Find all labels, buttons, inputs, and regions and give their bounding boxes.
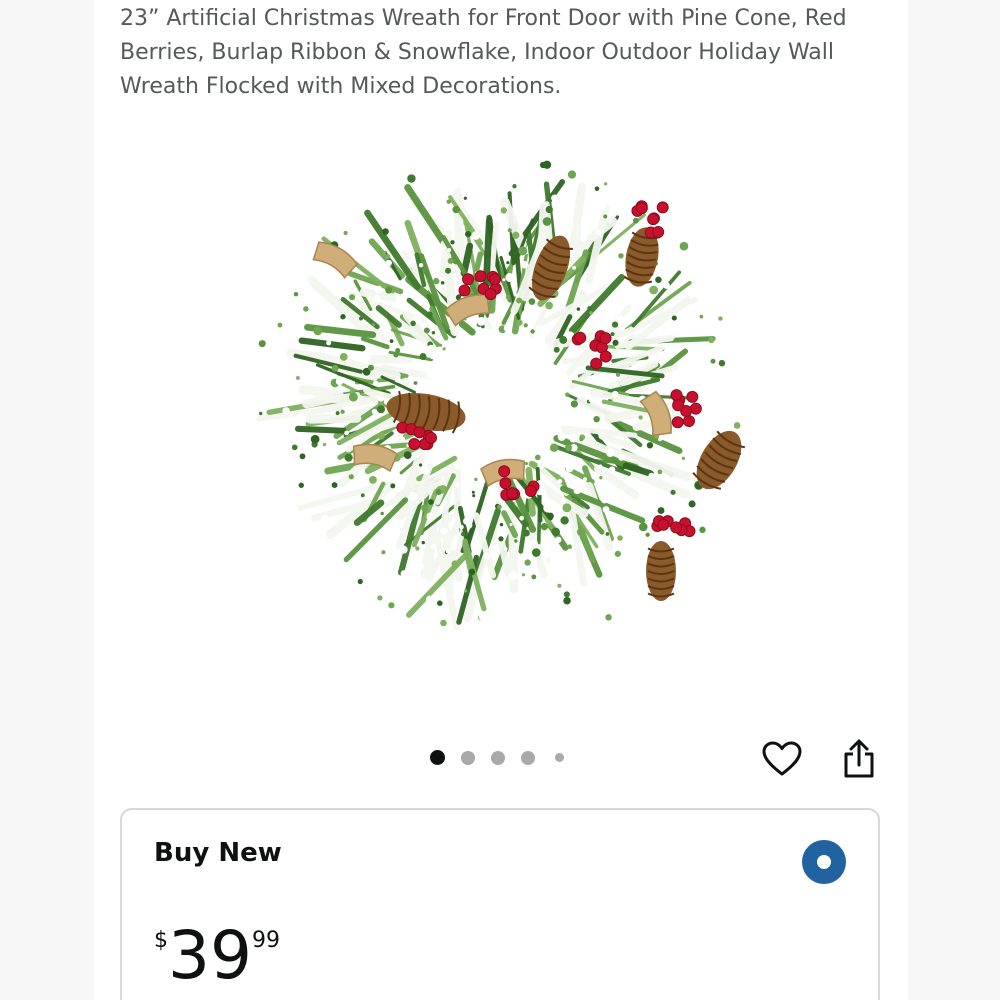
carousel-dot[interactable] xyxy=(491,750,505,765)
carousel-dot[interactable] xyxy=(555,753,564,762)
carousel-dot[interactable] xyxy=(521,750,535,765)
share-icon xyxy=(844,739,874,778)
buy-new-radio[interactable] xyxy=(802,840,846,884)
buy-new-label: Buy New xyxy=(154,838,282,868)
product-detail-panel: 23” Artificial Christmas Wreath for Fron… xyxy=(94,0,908,1000)
left-margin xyxy=(0,0,94,1000)
radio-selected-indicator xyxy=(817,855,831,869)
carousel-dot[interactable] xyxy=(430,750,445,765)
wishlist-button[interactable] xyxy=(759,736,805,782)
product-image[interactable] xyxy=(214,118,774,688)
share-button[interactable] xyxy=(836,736,882,782)
price-currency-symbol: $ xyxy=(154,928,168,953)
price-fraction: 99 xyxy=(251,928,280,953)
carousel-dot[interactable] xyxy=(461,750,475,765)
price: $ 39 99 xyxy=(154,918,280,994)
buy-new-option[interactable]: Buy New $ 39 99 xyxy=(120,808,880,1000)
product-title: 23” Artificial Christmas Wreath for Fron… xyxy=(120,6,847,99)
heart-icon xyxy=(762,741,802,776)
product-page: 23” Artificial Christmas Wreath for Fron… xyxy=(0,0,1000,1000)
wreath-center xyxy=(430,334,562,466)
price-whole: 39 xyxy=(168,917,252,994)
image-carousel-dots[interactable] xyxy=(430,750,564,765)
wreath-illustration xyxy=(256,160,746,637)
right-margin xyxy=(908,0,1000,1000)
